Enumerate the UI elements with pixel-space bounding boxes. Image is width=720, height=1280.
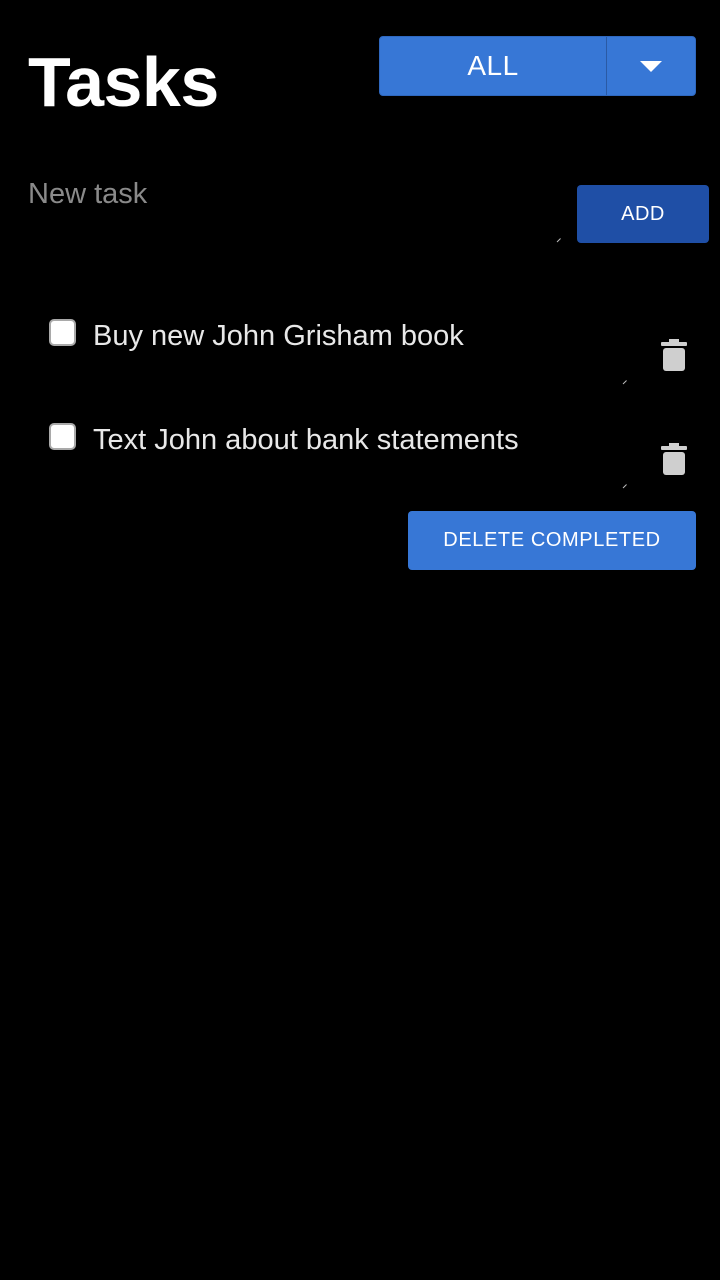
resize-grip-icon[interactable] [619,376,627,385]
filter-selected-value[interactable]: ALL [380,37,607,95]
resize-grip-icon[interactable] [619,480,627,489]
new-task-input[interactable] [28,170,558,242]
page-title: Tasks [28,43,219,121]
task-checkbox[interactable] [49,423,76,450]
task-text[interactable]: Text John about bank statements [93,422,519,458]
caret-down-icon [640,60,662,72]
task-text[interactable]: Buy new John Grisham book [93,318,464,354]
filter-toggle-button[interactable] [607,37,695,95]
task-checkbox[interactable] [49,319,76,346]
add-task-button[interactable]: ADD [577,185,709,243]
trash-icon[interactable] [661,443,687,475]
delete-completed-button[interactable]: DELETE COMPLETED [408,511,696,570]
filter-dropdown[interactable]: ALL [379,36,696,96]
trash-icon[interactable] [661,339,687,371]
